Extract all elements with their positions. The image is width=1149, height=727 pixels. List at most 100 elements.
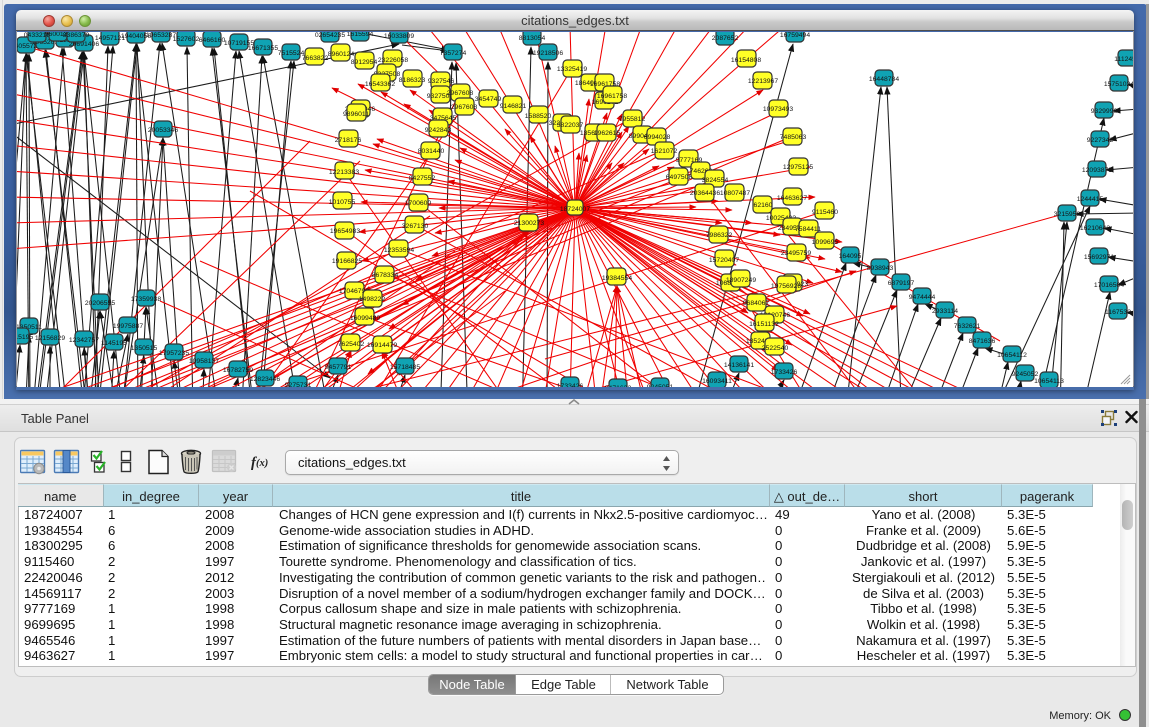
- svg-text:16154808: 16154808: [731, 57, 761, 64]
- svg-text:1588520: 1588520: [525, 113, 552, 120]
- svg-text:15751024: 15751024: [1104, 81, 1133, 88]
- svg-text:10654113: 10654113: [1034, 378, 1064, 385]
- svg-text:9684067: 9684067: [743, 300, 770, 307]
- svg-text:23226058: 23226058: [378, 57, 408, 64]
- svg-text:6994028: 6994028: [644, 134, 671, 141]
- svg-text:19975887: 19975887: [113, 323, 143, 330]
- svg-text:19384554: 19384554: [602, 275, 632, 282]
- svg-text:10653287: 10653287: [146, 32, 176, 39]
- svg-text:7663822: 7663822: [302, 55, 329, 62]
- svg-text:3822037: 3822037: [557, 122, 584, 129]
- svg-text:62160: 62160: [754, 202, 773, 209]
- svg-text:7955812: 7955812: [619, 116, 646, 123]
- svg-text:6497508: 6497508: [666, 174, 693, 181]
- svg-text:9115460: 9115460: [812, 209, 838, 216]
- svg-text:12975125: 12975125: [783, 164, 813, 171]
- svg-text:7625402: 7625402: [338, 341, 365, 348]
- svg-text:16914479: 16914479: [367, 342, 397, 349]
- svg-text:1112458: 1112458: [1114, 56, 1133, 63]
- svg-text:16759494: 16759494: [780, 32, 810, 39]
- svg-text:12342757: 12342757: [69, 337, 99, 344]
- svg-text:7515524: 7515524: [278, 50, 305, 57]
- svg-text:10973493: 10973493: [763, 106, 793, 113]
- svg-text:15692971: 15692971: [1084, 254, 1114, 261]
- svg-text:3215958: 3215958: [1054, 211, 1081, 218]
- svg-text:(x): (x): [256, 458, 268, 469]
- svg-text:6466160: 6466160: [199, 37, 226, 44]
- svg-text:12213383: 12213383: [329, 169, 359, 176]
- svg-text:19166825: 19166825: [332, 258, 362, 265]
- svg-text:17359938: 17359938: [131, 296, 161, 303]
- svg-text:10654112: 10654112: [997, 352, 1027, 359]
- svg-text:16463627: 16463627: [777, 195, 807, 202]
- svg-text:12213967: 12213967: [748, 78, 778, 85]
- svg-text:1962615: 1962615: [594, 130, 621, 137]
- svg-text:3267130: 3267130: [402, 223, 429, 230]
- svg-text:1733426: 1733426: [771, 369, 798, 376]
- svg-text:19654983: 19654983: [330, 228, 360, 235]
- svg-text:10958137: 10958137: [189, 358, 219, 365]
- svg-text:8427552: 8427552: [409, 175, 436, 182]
- svg-text:3454749: 3454749: [475, 96, 502, 103]
- svg-text:16448784: 16448784: [869, 76, 899, 83]
- svg-text:1244415: 1244415: [1077, 196, 1104, 203]
- svg-text:2967608: 2967608: [447, 90, 474, 97]
- svg-text:9275731: 9275731: [285, 382, 312, 387]
- svg-text:9329996: 9329996: [1091, 108, 1118, 115]
- svg-text:7485063: 7485063: [780, 134, 807, 141]
- svg-text:1010755: 1010755: [329, 199, 356, 206]
- svg-text:8386379: 8386379: [63, 32, 90, 39]
- svg-text:9242843: 9242843: [425, 127, 452, 134]
- svg-text:9245052: 9245052: [1012, 371, 1039, 378]
- svg-text:9327546: 9327546: [428, 78, 455, 85]
- svg-text:2718176: 2718176: [335, 137, 362, 144]
- svg-text:16033809: 16033809: [384, 33, 414, 40]
- svg-text:8471632: 8471632: [605, 385, 632, 387]
- svg-text:12823446: 12823446: [250, 376, 280, 383]
- svg-text:1099695: 1099695: [812, 239, 839, 246]
- svg-text:15720407: 15720407: [709, 257, 739, 264]
- svg-text:8186323: 8186323: [399, 77, 426, 84]
- svg-text:10756928: 10756928: [771, 283, 801, 290]
- svg-text:8912954: 8912954: [351, 59, 378, 66]
- svg-text:20053346: 20053346: [148, 127, 178, 134]
- svg-text:13325419: 13325419: [557, 66, 587, 73]
- svg-text:9457791: 9457791: [325, 364, 352, 371]
- svg-text:23495759: 23495759: [781, 250, 811, 257]
- svg-text:19218506: 19218506: [533, 50, 563, 57]
- svg-text:20364436: 20364436: [690, 190, 720, 197]
- svg-text:8471636: 8471636: [969, 338, 996, 345]
- svg-text:1700600: 1700600: [405, 200, 432, 207]
- svg-text:9896011: 9896011: [343, 111, 369, 118]
- svg-text:14136141: 14136141: [724, 362, 754, 369]
- svg-text:3915195: 3915195: [17, 334, 33, 341]
- svg-text:8813054: 8813054: [519, 35, 546, 42]
- svg-text:6879197: 6879197: [888, 280, 915, 287]
- svg-text:9227342: 9227342: [1087, 137, 1114, 144]
- svg-text:12353594: 12353594: [384, 247, 414, 254]
- svg-text:10807487: 10807487: [720, 190, 750, 197]
- svg-text:8960124: 8960124: [328, 51, 355, 58]
- svg-text:8938943: 8938943: [867, 265, 894, 272]
- svg-text:18724007: 18724007: [560, 206, 590, 213]
- svg-text:15718485: 15718485: [390, 364, 420, 371]
- svg-text:16782759: 16782759: [223, 367, 253, 374]
- svg-text:18907249: 18907249: [726, 277, 756, 284]
- svg-text:16543362: 16543362: [365, 81, 395, 88]
- svg-text:16151132: 16151132: [749, 321, 779, 328]
- svg-text:8031440: 8031440: [418, 148, 445, 155]
- svg-text:1498222: 1498222: [359, 296, 386, 303]
- svg-text:3824554: 3824554: [702, 177, 729, 184]
- svg-text:7986322: 7986322: [706, 232, 733, 239]
- svg-text:20206555: 20206555: [85, 300, 115, 307]
- svg-text:1733426: 1733426: [557, 383, 584, 387]
- svg-text:2933114: 2933114: [932, 308, 958, 315]
- svg-text:2967608: 2967608: [451, 104, 478, 111]
- svg-text:2087652: 2087652: [712, 35, 739, 42]
- svg-text:1167533: 1167533: [1105, 309, 1131, 316]
- svg-text:164095: 164095: [839, 253, 862, 260]
- svg-text:7357274: 7357274: [440, 50, 467, 57]
- svg-text:16671355: 16671355: [248, 45, 278, 52]
- svg-text:02654235: 02654235: [315, 32, 345, 39]
- svg-text:1145195: 1145195: [101, 340, 127, 347]
